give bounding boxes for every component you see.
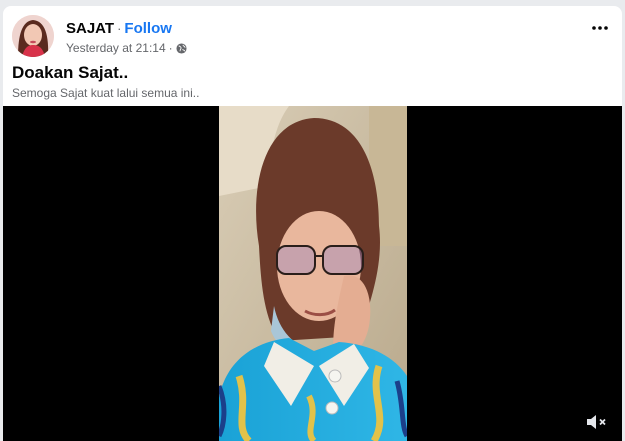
post-meta: Yesterday at 21:14 · xyxy=(66,41,187,55)
post-title: Doakan Sajat.. xyxy=(12,63,129,82)
post-card: SAJAT · Follow Yesterday at 21:14 · Doakan… xyxy=(3,6,622,441)
globe-icon[interactable] xyxy=(176,42,187,54)
video-player[interactable] xyxy=(3,106,622,441)
author-name[interactable]: SAJAT xyxy=(66,20,114,37)
avatar-photo xyxy=(12,15,54,57)
post-caption: Semoga Sajat kuat lalui semua ini.. xyxy=(12,86,200,100)
meta-separator: · xyxy=(168,41,173,55)
name-separator: · xyxy=(117,21,122,36)
more-options-icon[interactable] xyxy=(588,18,612,38)
volume-muted-icon[interactable] xyxy=(586,413,608,431)
follow-button[interactable]: Follow xyxy=(124,20,172,37)
post-timestamp[interactable]: Yesterday at 21:14 xyxy=(66,41,166,55)
author-line: SAJAT · Follow xyxy=(66,20,172,38)
video-still xyxy=(219,106,407,441)
author-avatar[interactable] xyxy=(12,15,54,57)
video-frame xyxy=(219,106,407,441)
